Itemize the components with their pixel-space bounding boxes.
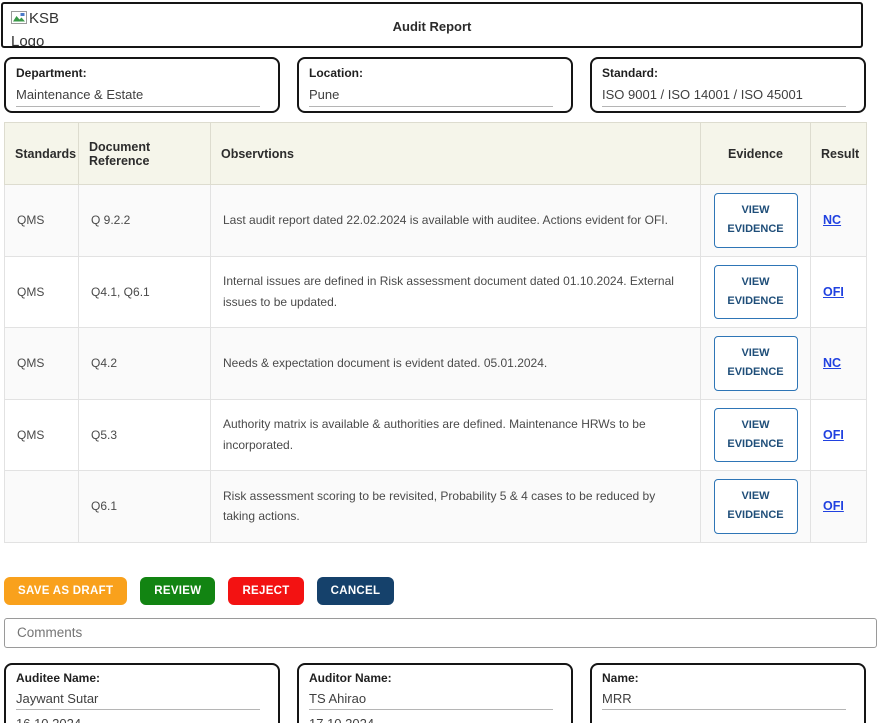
auditee-date-input[interactable] xyxy=(16,714,260,723)
doc-ref-cell: Q4.1, Q6.1 xyxy=(79,256,211,328)
auditee-name-input[interactable] xyxy=(16,689,260,710)
action-buttons-row: SAVE AS DRAFT REVIEW REJECT CANCEL xyxy=(4,577,881,605)
name-label: Name: xyxy=(602,671,854,685)
page-title: Audit Report xyxy=(3,19,861,34)
audit-table: Standards Document Reference Observtions… xyxy=(4,122,867,543)
signatures-row: Auditee Name: Auditor Name: Name: xyxy=(4,663,866,723)
observation-cell: Internal issues are defined in Risk asse… xyxy=(211,256,701,328)
standard-input[interactable] xyxy=(602,85,846,107)
auditee-name-label: Auditee Name: xyxy=(16,671,268,685)
column-header-standards: Standards xyxy=(5,123,79,185)
evidence-cell: VIEW EVIDENCE xyxy=(701,328,811,400)
standards-cell: QMS xyxy=(5,399,79,471)
department-label: Department: xyxy=(16,66,268,80)
name-date-input[interactable] xyxy=(602,714,846,723)
audit-row: QMS Q 9.2.2 Last audit report dated 22.0… xyxy=(5,185,867,257)
view-evidence-button[interactable]: VIEW EVIDENCE xyxy=(714,336,798,391)
doc-ref-cell: Q5.3 xyxy=(79,399,211,471)
view-evidence-button[interactable]: VIEW EVIDENCE xyxy=(714,408,798,463)
result-cell: NC xyxy=(811,328,867,400)
result-cell: OFI xyxy=(811,399,867,471)
view-evidence-button[interactable]: VIEW EVIDENCE xyxy=(714,479,798,534)
evidence-cell: VIEW EVIDENCE xyxy=(701,471,811,543)
evidence-cell: VIEW EVIDENCE xyxy=(701,185,811,257)
result-cell: OFI xyxy=(811,256,867,328)
audit-row: QMS Q4.1, Q6.1 Internal issues are defin… xyxy=(5,256,867,328)
name-input[interactable] xyxy=(602,689,846,710)
evidence-cell: VIEW EVIDENCE xyxy=(701,256,811,328)
save-as-draft-button[interactable]: SAVE AS DRAFT xyxy=(4,577,127,605)
result-link[interactable]: OFI xyxy=(823,428,844,442)
cancel-button[interactable]: CANCEL xyxy=(317,577,395,605)
auditee-signature-box: Auditee Name: xyxy=(4,663,280,723)
result-link[interactable]: NC xyxy=(823,356,841,370)
view-evidence-button[interactable]: VIEW EVIDENCE xyxy=(714,265,798,320)
name-signature-box: Name: xyxy=(590,663,866,723)
department-field: Department: xyxy=(4,57,280,113)
review-button[interactable]: REVIEW xyxy=(140,577,215,605)
auditor-name-label: Auditor Name: xyxy=(309,671,561,685)
doc-ref-cell: Q4.2 xyxy=(79,328,211,400)
comments-input[interactable] xyxy=(4,618,877,648)
doc-ref-cell: Q6.1 xyxy=(79,471,211,543)
standard-label: Standard: xyxy=(602,66,854,80)
department-input[interactable] xyxy=(16,85,260,107)
audit-row: Q6.1 Risk assessment scoring to be revis… xyxy=(5,471,867,543)
auditor-name-input[interactable] xyxy=(309,689,553,710)
observation-cell: Authority matrix is available & authorit… xyxy=(211,399,701,471)
standards-cell: QMS xyxy=(5,328,79,400)
result-cell: NC xyxy=(811,185,867,257)
auditor-signature-box: Auditor Name: xyxy=(297,663,573,723)
report-header: KSB Logo Audit Report xyxy=(1,2,863,48)
observation-cell: Last audit report dated 22.02.2024 is av… xyxy=(211,185,701,257)
standards-cell: QMS xyxy=(5,185,79,257)
standards-cell: QMS xyxy=(5,256,79,328)
result-link[interactable]: OFI xyxy=(823,499,844,513)
evidence-cell: VIEW EVIDENCE xyxy=(701,399,811,471)
standard-field: Standard: xyxy=(590,57,866,113)
standards-cell xyxy=(5,471,79,543)
observation-cell: Needs & expectation document is evident … xyxy=(211,328,701,400)
table-header-row: Standards Document Reference Observtions… xyxy=(5,123,867,185)
view-evidence-button[interactable]: VIEW EVIDENCE xyxy=(714,193,798,248)
result-link[interactable]: OFI xyxy=(823,285,844,299)
observation-cell: Risk assessment scoring to be revisited,… xyxy=(211,471,701,543)
doc-ref-cell: Q 9.2.2 xyxy=(79,185,211,257)
column-header-document-reference: Document Reference xyxy=(79,123,211,185)
reject-button[interactable]: REJECT xyxy=(228,577,303,605)
location-field: Location: xyxy=(297,57,573,113)
auditor-date-input[interactable] xyxy=(309,714,553,723)
column-header-evidence: Evidence xyxy=(701,123,811,185)
result-cell: OFI xyxy=(811,471,867,543)
audit-row: QMS Q5.3 Authority matrix is available &… xyxy=(5,399,867,471)
location-input[interactable] xyxy=(309,85,553,107)
column-header-result: Result xyxy=(811,123,867,185)
column-header-observations: Observtions xyxy=(211,123,701,185)
location-label: Location: xyxy=(309,66,561,80)
result-link[interactable]: NC xyxy=(823,213,841,227)
info-fields-row: Department: Location: Standard: xyxy=(4,57,866,113)
audit-row: QMS Q4.2 Needs & expectation document is… xyxy=(5,328,867,400)
